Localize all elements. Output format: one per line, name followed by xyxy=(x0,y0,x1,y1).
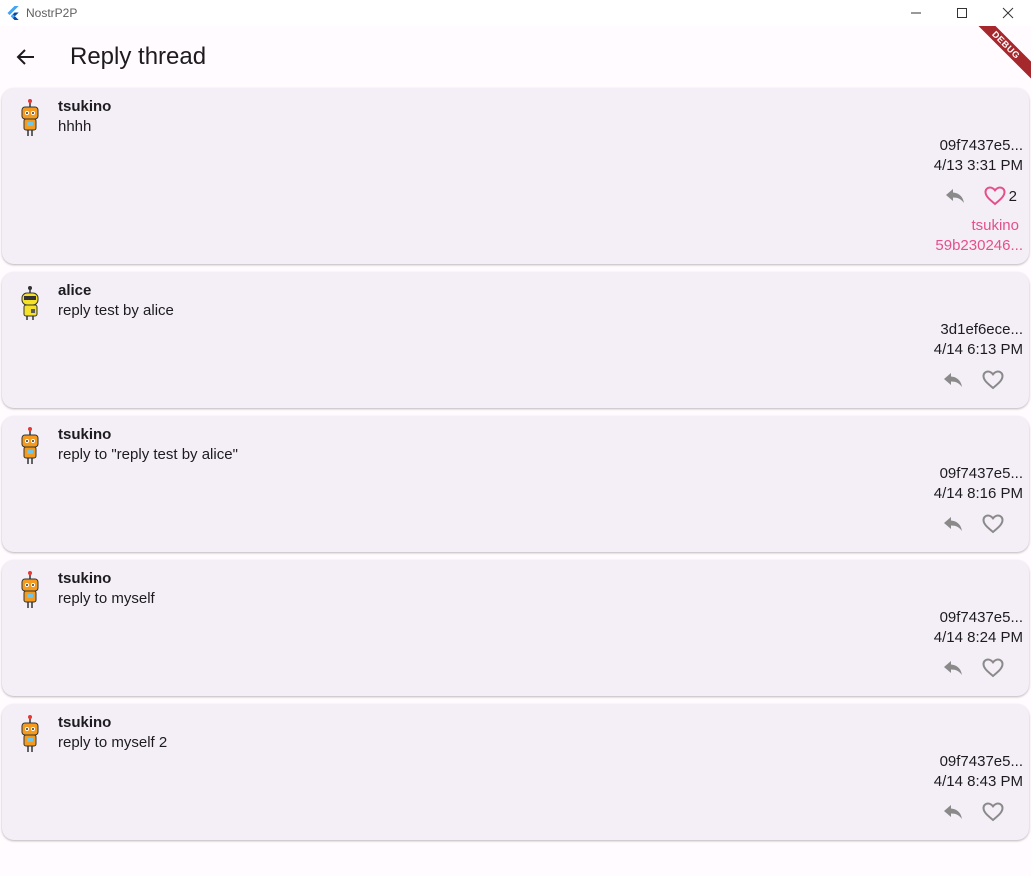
post-actions xyxy=(933,796,1013,828)
post-author: tsukino xyxy=(58,570,112,587)
heart-filled-icon xyxy=(984,186,1006,206)
robot-orange-avatar[interactable] xyxy=(16,98,44,138)
reply-icon xyxy=(944,805,962,819)
post-time: 4/14 6:13 PM xyxy=(933,341,1023,358)
heart-outline-icon xyxy=(982,514,1004,534)
post-time: 4/14 8:24 PM xyxy=(933,629,1023,646)
minimize-icon xyxy=(911,12,921,14)
post-actions xyxy=(933,652,1013,684)
robot-orange-avatar[interactable] xyxy=(16,570,44,610)
post-time: 4/14 8:16 PM xyxy=(933,485,1023,502)
post-time: 4/14 8:43 PM xyxy=(933,773,1023,790)
post-time: 4/13 3:31 PM xyxy=(933,157,1023,174)
reply-button[interactable] xyxy=(933,364,973,396)
reply-button[interactable] xyxy=(933,652,973,684)
post-actions xyxy=(933,508,1013,540)
heart-outline-icon xyxy=(982,658,1004,678)
post-meta: 09f7437e5... 4/14 8:24 PM xyxy=(934,608,1023,648)
post-pubkey: 3d1ef6ece... xyxy=(940,321,1023,338)
heart-outline-icon xyxy=(982,802,1004,822)
minimize-button[interactable] xyxy=(893,0,939,26)
reply-icon xyxy=(944,373,962,387)
post-pubkey: 09f7437e5... xyxy=(939,137,1023,154)
post-content: reply to myself xyxy=(58,590,155,607)
reply-icon xyxy=(944,661,962,675)
post-author: tsukino xyxy=(58,426,112,443)
post-content: reply to myself 2 xyxy=(58,734,168,751)
app-bar: Reply thread xyxy=(0,26,1031,88)
post-card[interactable]: tsukino reply to myself 2 09f7437e5... 4… xyxy=(2,704,1029,840)
post-card[interactable]: tsukino hhhh 09f7437e5... 4/13 3:31 PM 2… xyxy=(2,88,1029,264)
reply-icon xyxy=(945,189,964,203)
reply-button[interactable] xyxy=(935,180,975,212)
post-author: alice xyxy=(58,282,92,299)
like-button[interactable] xyxy=(973,652,1013,684)
like-button[interactable] xyxy=(973,796,1013,828)
post-card[interactable]: tsukino reply to "reply test by alice" 0… xyxy=(2,416,1029,552)
post-content: reply to "reply test by alice" xyxy=(58,446,238,463)
flutter-logo-icon xyxy=(5,5,21,21)
close-icon xyxy=(1002,7,1014,19)
post-card[interactable]: tsukino reply to myself 09f7437e5... 4/1… xyxy=(2,560,1029,696)
liked-by-key[interactable]: 59b230246... xyxy=(935,236,1023,256)
window-title: NostrP2P xyxy=(26,6,78,20)
post-actions xyxy=(933,364,1013,396)
post-meta: 09f7437e5... 4/14 8:16 PM xyxy=(934,464,1023,504)
post-content: reply test by alice xyxy=(58,302,174,319)
close-window-button[interactable] xyxy=(985,0,1031,26)
reply-button[interactable] xyxy=(933,796,973,828)
robot-orange-avatar[interactable] xyxy=(16,714,44,754)
window-controls xyxy=(893,0,1031,26)
post-author: tsukino xyxy=(58,98,112,115)
maximize-icon xyxy=(957,8,967,18)
like-button[interactable] xyxy=(973,364,1013,396)
robot-orange-avatar[interactable] xyxy=(16,426,44,466)
post-meta: 09f7437e5... 4/13 3:31 PM xyxy=(934,136,1023,176)
like-button[interactable] xyxy=(973,508,1013,540)
back-button[interactable] xyxy=(2,33,50,81)
robot-yellow-avatar[interactable] xyxy=(16,282,44,322)
arrow-back-icon xyxy=(16,49,34,65)
liked-by: tsukino 59b230246... xyxy=(935,216,1023,256)
maximize-button[interactable] xyxy=(939,0,985,26)
like-count: 2 xyxy=(1008,187,1017,205)
post-card[interactable]: alice reply test by alice 3d1ef6ece... 4… xyxy=(2,272,1029,408)
post-pubkey: 09f7437e5... xyxy=(939,753,1023,770)
heart-outline-icon xyxy=(982,370,1004,390)
post-meta: 3d1ef6ece... 4/14 6:13 PM xyxy=(934,320,1023,360)
post-author: tsukino xyxy=(58,714,112,731)
reply-thread-list: tsukino hhhh 09f7437e5... 4/13 3:31 PM 2… xyxy=(0,88,1031,848)
post-pubkey: 09f7437e5... xyxy=(939,465,1023,482)
post-content: hhhh xyxy=(58,118,92,135)
page-title: Reply thread xyxy=(70,43,207,70)
liked-by-name[interactable]: tsukino xyxy=(935,216,1019,236)
reply-button[interactable] xyxy=(933,508,973,540)
post-pubkey: 09f7437e5... xyxy=(939,609,1023,626)
post-meta: 09f7437e5... 4/14 8:43 PM xyxy=(934,752,1023,792)
reply-icon xyxy=(944,517,962,531)
post-actions: 2 xyxy=(935,180,1019,212)
window-title-bar: NostrP2P xyxy=(0,0,1031,26)
